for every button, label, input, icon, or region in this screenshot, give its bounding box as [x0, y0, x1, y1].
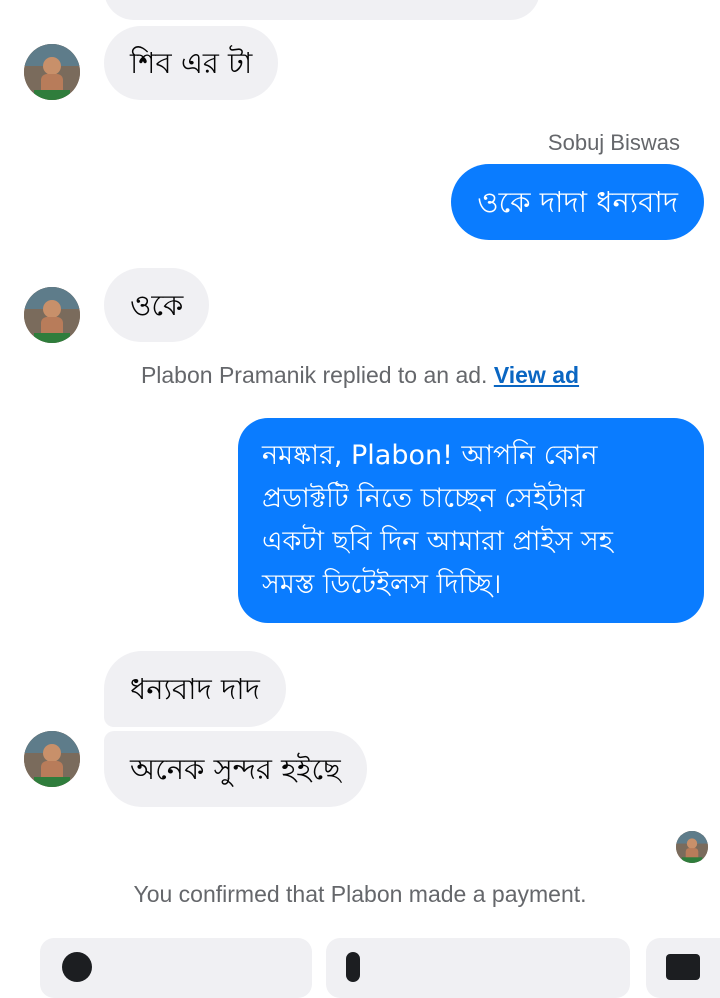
incoming-message[interactable]: শিব এর টা — [104, 26, 279, 100]
user-avatar-icon — [24, 731, 80, 787]
chip-icon — [666, 954, 700, 980]
previous-message-bubble[interactable] — [104, 0, 540, 20]
contact-avatar[interactable] — [24, 731, 80, 787]
incoming-message[interactable]: অনেক সুন্দর হইছে — [104, 731, 367, 807]
message-text: শিব এর টা — [130, 46, 253, 80]
user-avatar-icon — [24, 287, 80, 343]
chip-icon — [62, 952, 92, 982]
message-text: ধন্যবাদ দাদ — [130, 672, 260, 706]
message-line: প্রডাক্টটি নিতে চাচ্ছেন সেইটার — [262, 483, 585, 514]
user-avatar-icon — [24, 44, 80, 100]
message-text: ওকে — [130, 288, 184, 322]
ad-reply-notice: Plabon Pramanik replied to an ad. View a… — [0, 362, 720, 389]
outgoing-message-greeting[interactable]: নমষ্কার, Plabon! আপনি কোন প্রডাক্টটি নিত… — [238, 418, 704, 623]
sender-name: Sobuj Biswas — [547, 130, 680, 155]
incoming-message[interactable]: ওকে — [104, 268, 210, 342]
incoming-message[interactable]: ধন্যবাদ দাদ — [104, 651, 286, 727]
quick-action-chip-3[interactable] — [646, 938, 720, 998]
seen-indicator — [676, 831, 708, 863]
quick-action-chip-1[interactable] — [40, 938, 312, 998]
message-line: সমস্ত ডিটেইলস দিচ্ছি। — [262, 569, 502, 600]
contact-avatar[interactable] — [24, 287, 80, 343]
view-ad-link[interactable]: View ad — [494, 362, 579, 388]
payment-confirmation-notice: You confirmed that Plabon made a payment… — [133, 881, 587, 907]
chip-icon — [346, 952, 360, 982]
seen-avatar-icon — [676, 831, 708, 863]
outgoing-message[interactable]: ওকে দাদা ধন্যবাদ — [451, 164, 704, 240]
ad-notice-text: Plabon Pramanik replied to an ad. — [140, 362, 488, 388]
message-line: নমষ্কার, Plabon! আপনি কোন — [262, 440, 598, 471]
quick-action-chip-2[interactable] — [326, 938, 630, 998]
contact-avatar[interactable] — [24, 44, 80, 100]
message-text: ওকে দাদা ধন্যবাদ — [477, 185, 678, 219]
message-text: অনেক সুন্দর হইছে — [130, 752, 341, 786]
message-line: একটা ছবি দিন আমারা প্রাইস সহ — [262, 526, 613, 557]
